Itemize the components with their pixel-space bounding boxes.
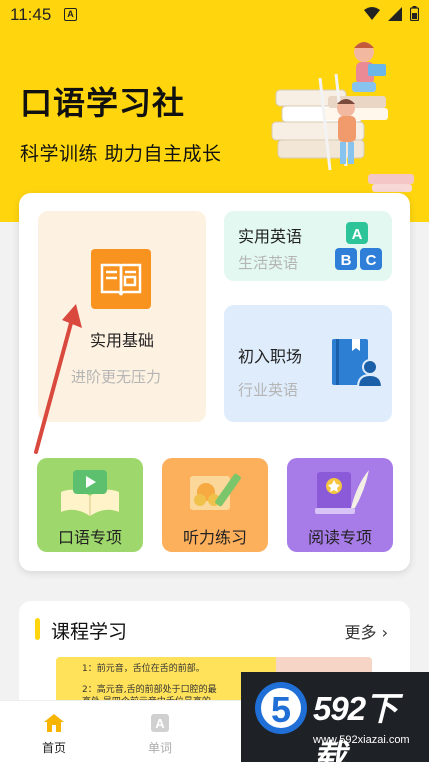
tile-english-title: 实用英语 — [238, 227, 303, 246]
app-title: 口语学习社 — [20, 84, 186, 122]
video-book-icon — [61, 470, 119, 516]
reading-special-button[interactable]: 阅读专项 — [287, 458, 393, 552]
book-quill-icon — [315, 470, 369, 514]
svg-text:5: 5 — [271, 689, 291, 730]
app-subtitle: 科学训练 助力自主成长 — [20, 143, 222, 165]
listening-practice-button[interactable]: 听力练习 — [162, 458, 268, 552]
block-a: A — [352, 226, 363, 243]
section-accent-bar — [35, 618, 40, 640]
reading-special-label: 阅读专项 — [307, 528, 372, 547]
tile-workplace[interactable]: 初入职场 行业英语 — [224, 305, 392, 422]
svg-text:A: A — [155, 716, 165, 731]
block-b: B — [341, 252, 352, 269]
scroll-pencil-icon — [190, 473, 241, 510]
tab-home-label: 首页 — [41, 741, 66, 755]
books-illustration — [271, 42, 414, 192]
annotation-arrow — [34, 304, 82, 454]
more-link-label: 更多 — [344, 623, 377, 642]
listening-practice-label: 听力练习 — [182, 528, 247, 547]
book-icon — [91, 249, 151, 309]
profile-book-icon — [332, 339, 384, 388]
status-bar: 11:45 A — [0, 0, 429, 30]
wifi-icon — [364, 6, 380, 20]
chevron-right-icon: › — [381, 623, 388, 642]
tile-practical-english[interactable]: 实用英语 生活英语 A B C — [224, 211, 392, 281]
tile-english-subtitle: 生活英语 — [238, 254, 299, 272]
speaking-special-label: 口语专项 — [57, 528, 122, 547]
course-preview-line-1: 1：前元音，舌位在舌的前部。 — [82, 664, 205, 674]
speaking-special-button[interactable]: 口语专项 — [37, 458, 143, 552]
vocabulary-icon: A — [151, 714, 169, 732]
tab-words[interactable]: A 单词 — [130, 713, 190, 756]
block-c: C — [366, 252, 377, 269]
more-link[interactable]: 更多 › — [344, 619, 388, 643]
home-icon — [44, 714, 64, 732]
battery-icon — [410, 6, 419, 21]
tab-home[interactable]: 首页 — [24, 713, 84, 756]
tab-words-label: 单词 — [147, 741, 172, 755]
watermark-logo: 5 — [255, 682, 307, 734]
site-watermark: 5 592下载 www.592xiazai.com — [241, 672, 429, 762]
notification-icon: A — [64, 8, 77, 21]
status-time: 11:45 — [10, 5, 52, 24]
tile-workplace-title: 初入职场 — [238, 347, 303, 366]
course-section-title: 课程学习 — [51, 621, 128, 643]
watermark-brand: 592下载 — [313, 690, 398, 762]
watermark-url: www.592xiazai.com — [313, 734, 410, 746]
signal-icon — [388, 6, 402, 21]
abc-blocks-icon: A B C — [335, 222, 382, 270]
tile-workplace-subtitle: 行业英语 — [238, 381, 299, 399]
tile-basics-title: 实用基础 — [90, 331, 155, 350]
